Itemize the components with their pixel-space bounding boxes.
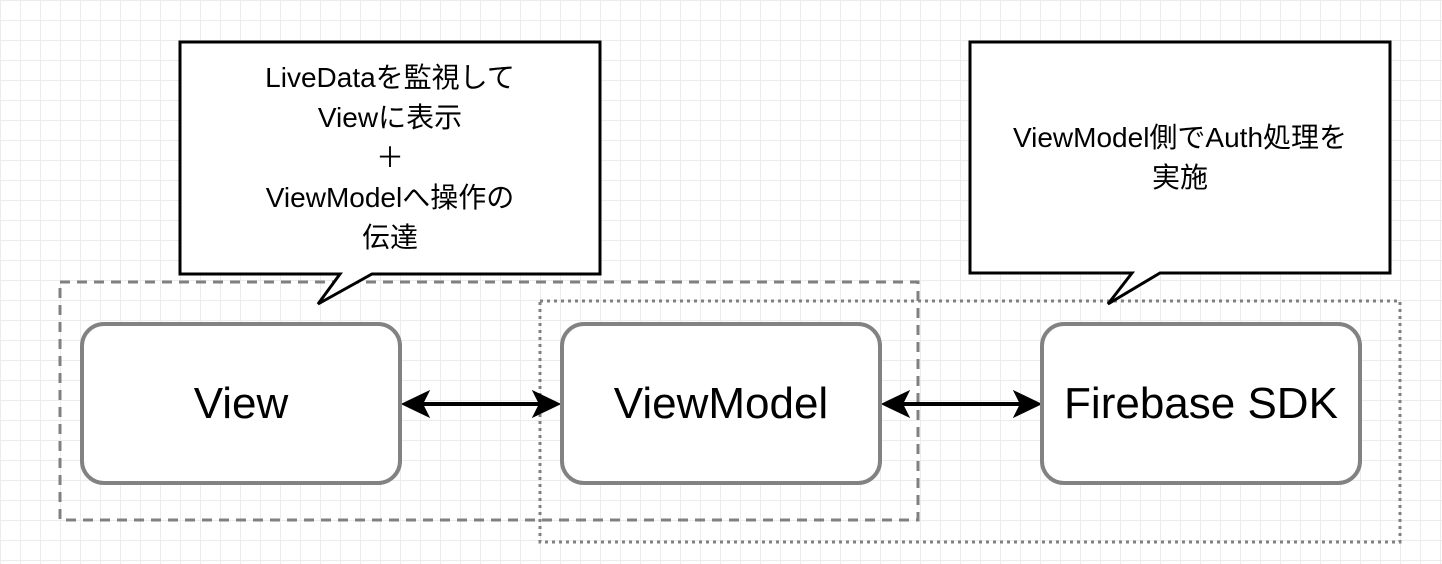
- callout-line: Viewに表示: [317, 102, 463, 133]
- callout-line: ViewModel側でAuth処理を: [1012, 121, 1348, 153]
- callout-line: 実施: [1151, 161, 1208, 193]
- viewmodel-firebase-arrow: [880, 389, 1043, 419]
- viewmodel-callout-text: ViewModel側でAuth処理を 実施: [973, 45, 1387, 270]
- callout-line: ViewModelへ操作の: [265, 182, 515, 213]
- callout-line: 伝達: [361, 222, 418, 253]
- view-callout-text: LiveDataを監視して Viewに表示 ＋ ViewModelへ操作の 伝達: [183, 45, 597, 271]
- view-node: View: [80, 322, 402, 485]
- callout-line: LiveDataを監視して: [265, 62, 515, 93]
- firebase-sdk-node: Firebase SDK: [1040, 322, 1362, 485]
- viewmodel-node: ViewModel: [560, 322, 882, 485]
- diagram-canvas: LiveDataを監視して Viewに表示 ＋ ViewModelへ操作の 伝達…: [0, 0, 1442, 564]
- callout-line: ＋: [375, 142, 404, 173]
- view-viewmodel-arrow: [400, 389, 562, 419]
